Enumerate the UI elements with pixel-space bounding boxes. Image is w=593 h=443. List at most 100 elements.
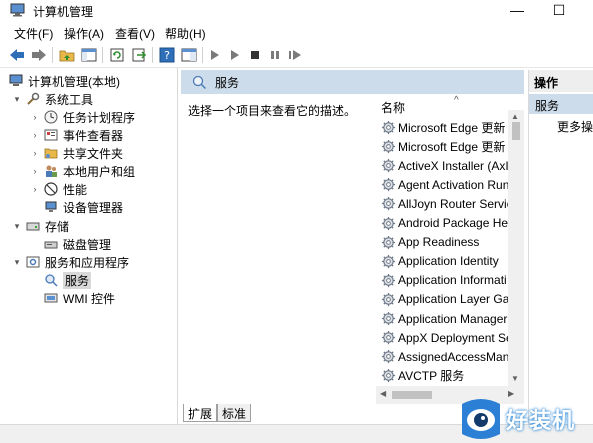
service-name: AssignedAccessMana xyxy=(398,349,517,364)
service-name: AppX Deployment Se xyxy=(398,330,513,345)
scroll-thumb[interactable] xyxy=(512,122,520,140)
window-title: 计算机管理 xyxy=(33,5,94,19)
chevron-right-icon[interactable]: › xyxy=(30,166,40,176)
service-row[interactable]: AssignedAccessMana xyxy=(380,347,516,366)
service-row[interactable]: Microsoft Edge 更新 xyxy=(380,118,505,137)
help-button[interactable]: ? xyxy=(158,46,176,64)
service-row[interactable]: AppX Deployment Se xyxy=(380,328,513,347)
service-row[interactable]: App Readiness xyxy=(380,233,479,252)
service-name: ActiveX Installer (AxIr xyxy=(398,158,513,173)
tree-item-shared-folders[interactable]: › 共享文件夹 xyxy=(30,144,124,162)
tab-extended[interactable]: 扩展 xyxy=(183,404,218,422)
menu-action[interactable]: 操作(A) xyxy=(64,25,104,42)
scroll-down-icon[interactable]: ▼ xyxy=(511,374,519,383)
start-service-alt-button[interactable] xyxy=(226,46,244,64)
maximize-icon: ☐ xyxy=(552,1,566,18)
chevron-right-icon[interactable]: › xyxy=(30,130,40,140)
chevron-down-icon[interactable]: ▾ xyxy=(12,257,22,268)
stop-service-button[interactable] xyxy=(246,46,264,64)
service-gear-icon xyxy=(380,330,396,346)
tree-item-system-tools[interactable]: ▾ 系统工具 xyxy=(12,90,93,108)
minimize-button[interactable]: — xyxy=(498,0,536,20)
scroll-up-icon[interactable]: ▲ xyxy=(511,112,519,121)
back-arrow-icon xyxy=(10,49,24,61)
tree-label: 服务 xyxy=(63,271,92,289)
vertical-scrollbar[interactable]: ▲ ▼ xyxy=(508,110,524,386)
export-list-button[interactable] xyxy=(130,46,148,64)
sort-ascending-icon: ^ xyxy=(454,95,459,106)
up-folder-button[interactable] xyxy=(58,46,76,64)
watermark-text: 好装机 xyxy=(506,408,576,433)
chevron-right-icon[interactable]: › xyxy=(30,148,40,158)
tree-item-services-apps[interactable]: ▾ 服务和应用程序 xyxy=(12,253,129,271)
tree-item-disk-management[interactable]: 磁盘管理 xyxy=(43,235,111,253)
tab-standard[interactable]: 标准 xyxy=(217,404,252,422)
refresh-button[interactable] xyxy=(108,46,126,64)
tree-label: 任务计划程序 xyxy=(63,110,136,125)
forward-button[interactable] xyxy=(30,46,48,64)
wmi-icon xyxy=(43,290,59,306)
service-gear-icon xyxy=(380,349,396,365)
more-actions-link[interactable]: 更多操... xyxy=(557,118,593,135)
service-row[interactable]: Agent Activation Runt xyxy=(380,175,513,194)
tree-label: 事件查看器 xyxy=(63,128,124,143)
tree-item-wmi[interactable]: WMI 控件 xyxy=(43,289,115,307)
service-row[interactable]: Application Layer Ga xyxy=(380,290,509,309)
service-row[interactable]: Application Identity xyxy=(380,252,499,271)
service-name: Application Layer Ga xyxy=(398,292,510,307)
service-row[interactable]: Application Informati xyxy=(380,271,507,290)
scroll-thumb[interactable] xyxy=(392,391,432,399)
disk-icon xyxy=(43,236,59,252)
back-button[interactable] xyxy=(8,46,26,64)
tree-item-task-scheduler[interactable]: › 任务计划程序 xyxy=(30,108,135,126)
tree-item-local-users[interactable]: › 本地用户和组 xyxy=(30,162,136,180)
service-gear-icon xyxy=(380,158,396,174)
tree-label: 磁盘管理 xyxy=(63,237,112,252)
scroll-left-icon[interactable]: ◀ xyxy=(380,389,386,398)
service-row[interactable]: AllJoyn Router Servic xyxy=(380,194,513,213)
service-row[interactable]: Android Package He xyxy=(380,214,508,233)
watermark-eye-icon xyxy=(462,398,500,439)
service-name: Agent Activation Runt xyxy=(398,177,513,192)
storage-icon xyxy=(25,218,41,234)
service-row[interactable]: ActiveX Installer (AxIr xyxy=(380,156,513,175)
tree-item-performance[interactable]: › 性能 xyxy=(30,180,87,198)
service-name: App Readiness xyxy=(398,235,480,250)
tree-item-event-viewer[interactable]: › 事件查看器 xyxy=(30,126,124,144)
show-hide-tree-button[interactable] xyxy=(80,46,98,64)
service-row[interactable]: Application Manager xyxy=(380,309,507,328)
maximize-button[interactable]: ☐ xyxy=(540,0,578,20)
watermark-logo: 好装机 xyxy=(458,394,593,443)
service-row[interactable]: AVCTP 服务 xyxy=(380,366,464,385)
service-name: AVCTP 服务 xyxy=(398,369,465,384)
menu-file[interactable]: 文件(F) xyxy=(14,25,53,42)
play-icon xyxy=(211,50,219,60)
tree-item-root[interactable]: 计算机管理(本地) xyxy=(8,72,120,90)
properties-button[interactable] xyxy=(180,46,198,64)
chevron-down-icon[interactable]: ▾ xyxy=(12,94,22,105)
service-name: Android Package He xyxy=(398,216,509,230)
start-service-button[interactable] xyxy=(206,46,224,64)
column-header-name[interactable]: 名称 ^ xyxy=(376,94,524,116)
tree-item-storage[interactable]: ▾ 存储 xyxy=(12,217,69,235)
chevron-down-icon[interactable]: ▾ xyxy=(12,221,22,232)
chevron-right-icon[interactable]: › xyxy=(30,184,40,194)
forward-arrow-icon xyxy=(32,49,46,61)
service-gear-icon xyxy=(380,311,396,327)
toolbar: ? xyxy=(0,42,593,68)
service-gear-icon xyxy=(380,291,396,307)
tree-item-device-manager[interactable]: 设备管理器 xyxy=(43,198,123,216)
menu-view[interactable]: 查看(V) xyxy=(115,25,155,42)
service-gear-icon xyxy=(380,120,396,136)
tree-item-services[interactable]: 服务 xyxy=(43,271,92,289)
services-apps-icon xyxy=(25,254,41,270)
pause-service-button[interactable] xyxy=(266,46,284,64)
menu-help[interactable]: 帮助(H) xyxy=(165,25,206,42)
chevron-right-icon[interactable]: › xyxy=(30,112,40,122)
restart-service-button[interactable] xyxy=(286,46,304,64)
tree-label: 计算机管理(本地) xyxy=(28,74,120,89)
title-bar: 计算机管理 — ☐ xyxy=(0,0,593,22)
search-gear-icon xyxy=(191,74,207,90)
service-row[interactable]: Microsoft Edge 更新 xyxy=(380,137,505,156)
actions-section-services[interactable]: 服务 xyxy=(529,94,593,114)
